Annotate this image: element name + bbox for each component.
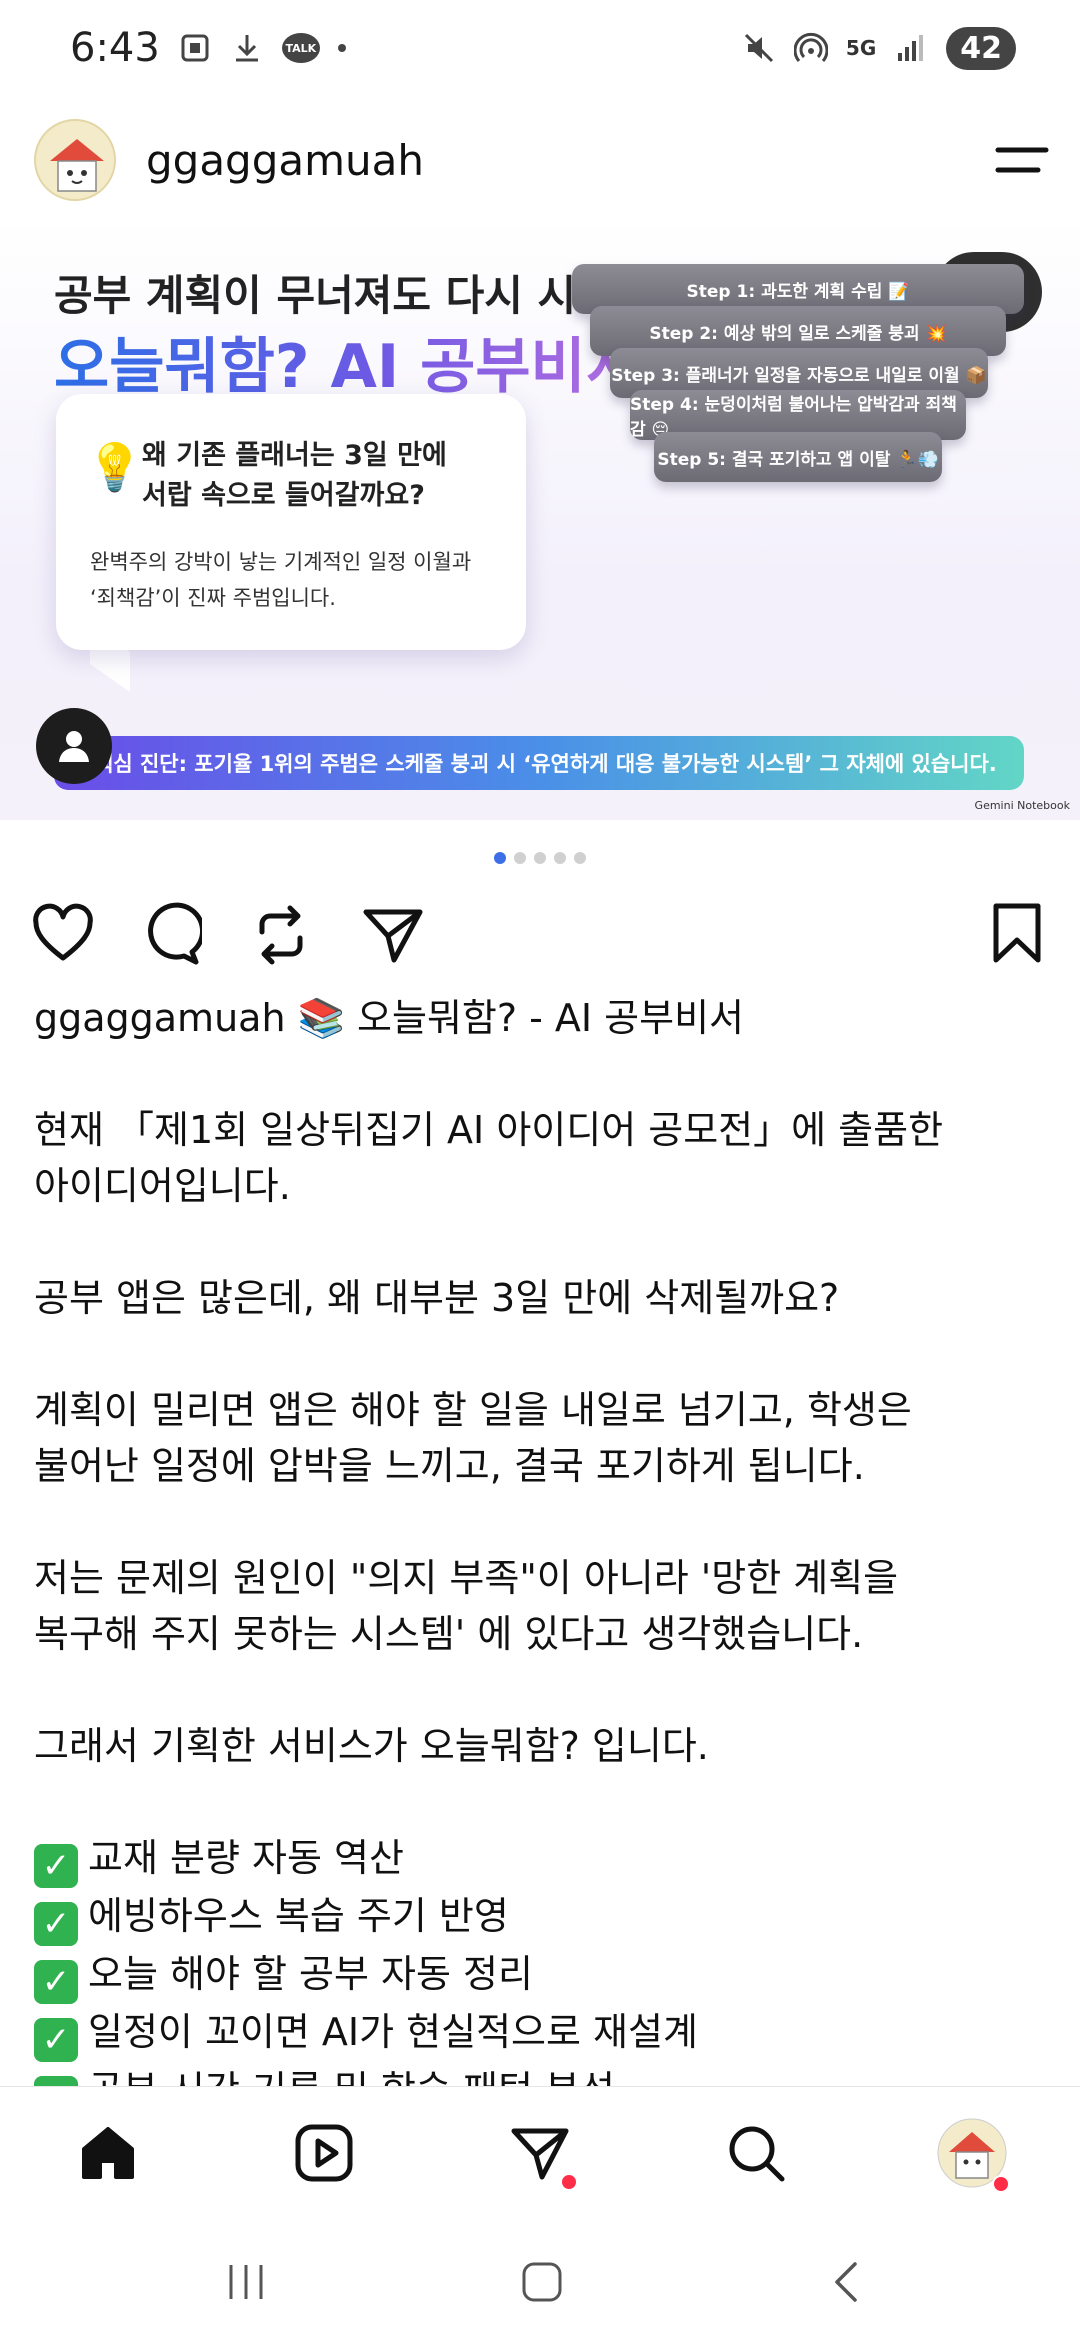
feature-item: ✓ 오늘 해야 할 공부 자동 정리 — [34, 1946, 1054, 2004]
lightbulb-icon: 💡 — [86, 440, 144, 494]
post-actions — [0, 890, 1080, 980]
diagnosis-banner: 핵심 진단: 포기율 1위의 주범은 스케줄 붕괴 시 ‘유연하게 대응 불가능… — [54, 736, 1024, 790]
slide-heading: 오늘뭐함? AI 공부비서 — [54, 318, 641, 405]
caption-para2: 공부 앱은 많은데, 왜 대부분 3일 만에 삭제될까요? — [34, 1276, 840, 1320]
status-time: 6:43 — [70, 25, 160, 71]
caption-para4-line2: 복구해 주지 못하는 시스템' 에 있다고 생각했습니다. — [34, 1612, 864, 1656]
hotspot-icon — [793, 31, 828, 65]
messages-icon[interactable] — [502, 2115, 578, 2191]
back-icon[interactable] — [816, 2252, 876, 2312]
feature-text: 교재 분량 자동 역산 — [88, 1836, 404, 1880]
talk-icon: TALK — [281, 33, 320, 63]
carousel-dot-5 — [574, 852, 586, 864]
carousel-dots — [0, 852, 1080, 864]
caption-para5: 그래서 기획한 서비스가 오늘뭐함? 입니다. — [34, 1724, 709, 1768]
check-icon: ✓ — [34, 1902, 78, 1946]
avatar-illustration — [36, 121, 114, 199]
post-username[interactable]: ggaggamuah — [146, 136, 424, 185]
post-carousel-image[interactable]: 공부 계획이 무너져도 다시 시작하게 만드는 오늘뭐함? AI 공부비서 1/… — [0, 218, 1080, 820]
notification-dot — [560, 2173, 578, 2191]
caption-para3-line1: 계획이 밀리면 앱은 해야 할 일을 내일로 넘기고, 학생은 — [34, 1388, 912, 1432]
reels-icon[interactable] — [286, 2115, 362, 2191]
check-icon: ✓ — [34, 1844, 78, 1888]
battery-level: 42 — [946, 26, 1016, 70]
feature-item: ✓ 일정이 꼬이면 AI가 현실적으로 재설계 — [34, 2004, 1054, 2062]
download-icon — [230, 31, 264, 65]
bubble-answer-line2: ‘죄책감’이 진짜 주범입니다. — [90, 586, 336, 610]
feature-text: 에빙하우스 복습 주기 반영 — [88, 1894, 509, 1938]
post-caption: ggaggamuah 📚 오늘뭐함? - AI 공부비서 현재 「제1회 일상뒤… — [34, 990, 1054, 2120]
feature-item: ✓ 에빙하우스 복습 주기 반영 — [34, 1888, 1054, 1946]
repost-icon[interactable] — [248, 902, 314, 968]
carousel-dot-1 — [494, 852, 506, 864]
caption-para4-line1: 저는 문제의 원인이 "의지 부족"이 아니라 '망한 계획을 — [34, 1556, 899, 1600]
home-icon[interactable] — [70, 2115, 146, 2191]
caption-gap — [34, 1326, 1054, 1382]
signal-icon — [894, 31, 928, 65]
caption-username[interactable]: ggaggamuah — [34, 996, 286, 1040]
more-notifications-dot — [337, 44, 346, 52]
step-5: Step 5: 결국 포기하고 앱 이탈 🏃💨 — [654, 432, 942, 482]
caption-headline: 📚 오늘뭐함? - AI 공부비서 — [297, 996, 745, 1040]
comment-icon[interactable] — [136, 902, 206, 968]
home-button-icon[interactable] — [512, 2252, 572, 2312]
bubble-question-line2: 서랍 속으로 들어갈까요? — [142, 480, 425, 511]
caption-para1-line2: 아이디어입니다. — [34, 1164, 291, 1208]
bookmark-icon[interactable] — [984, 900, 1050, 966]
caption-gap — [34, 1774, 1054, 1830]
watermark: Gemini Notebook — [974, 799, 1070, 812]
bubble-answer-line1: 완벽주의 강박이 낳는 기계적인 일정 이월과 — [90, 550, 472, 574]
share-icon[interactable] — [360, 902, 426, 968]
post-header: ggaggamuah — [0, 100, 1080, 220]
status-bar: 6:43 TALK 5G 42 — [0, 0, 1080, 96]
feature-item: ✓ 교재 분량 자동 역산 — [34, 1830, 1054, 1888]
tagged-people-button[interactable] — [36, 708, 112, 784]
screenshot-icon — [178, 31, 212, 65]
avatar[interactable] — [34, 119, 116, 201]
carousel-dot-3 — [534, 852, 546, 864]
check-icon: ✓ — [34, 1960, 78, 2004]
speech-bubble: 💡 왜 기존 플래너는 3일 만에 서랍 속으로 들어갈까요? 완벽주의 강박이… — [56, 394, 526, 650]
caption-headline-line: ggaggamuah 📚 오늘뭐함? - AI 공부비서 — [34, 990, 1054, 1046]
caption-gap — [34, 1662, 1054, 1718]
bottom-navigation — [0, 2086, 1080, 2222]
carousel-dot-2 — [514, 852, 526, 864]
person-icon — [59, 731, 89, 762]
notification-dot — [992, 2175, 1010, 2193]
caption-gap — [34, 1214, 1054, 1270]
caption-para1-line1: 현재 「제1회 일상뒤집기 AI 아이디어 공모전」에 출품한 — [34, 1108, 944, 1152]
feature-text: 일정이 꼬이면 AI가 현실적으로 재설계 — [88, 2010, 698, 2054]
check-icon: ✓ — [34, 2018, 78, 2062]
mute-icon — [742, 31, 776, 65]
profile-avatar[interactable] — [934, 2115, 1010, 2193]
recent-apps-icon[interactable] — [216, 2252, 276, 2312]
system-navigation — [0, 2222, 1080, 2340]
caption-para3-line2: 불어난 일정에 압박을 느끼고, 결국 포기하게 됩니다. — [34, 1444, 865, 1488]
bubble-question-line1: 왜 기존 플래너는 3일 만에 — [142, 440, 447, 471]
menu-icon[interactable] — [994, 132, 1050, 188]
carousel-dot-4 — [554, 852, 566, 864]
bubble-question: 왜 기존 플래너는 3일 만에 서랍 속으로 들어갈까요? — [142, 436, 447, 516]
feature-text: 오늘 해야 할 공부 자동 정리 — [88, 1952, 533, 1996]
caption-gap — [34, 1494, 1054, 1550]
like-icon[interactable] — [30, 902, 96, 968]
caption-gap — [34, 1046, 1054, 1102]
network-label: 5G — [845, 36, 877, 60]
search-icon[interactable] — [718, 2115, 794, 2191]
bubble-answer: 완벽주의 강박이 낳는 기계적인 일정 이월과 ‘죄책감’이 진짜 주범입니다. — [90, 544, 510, 616]
